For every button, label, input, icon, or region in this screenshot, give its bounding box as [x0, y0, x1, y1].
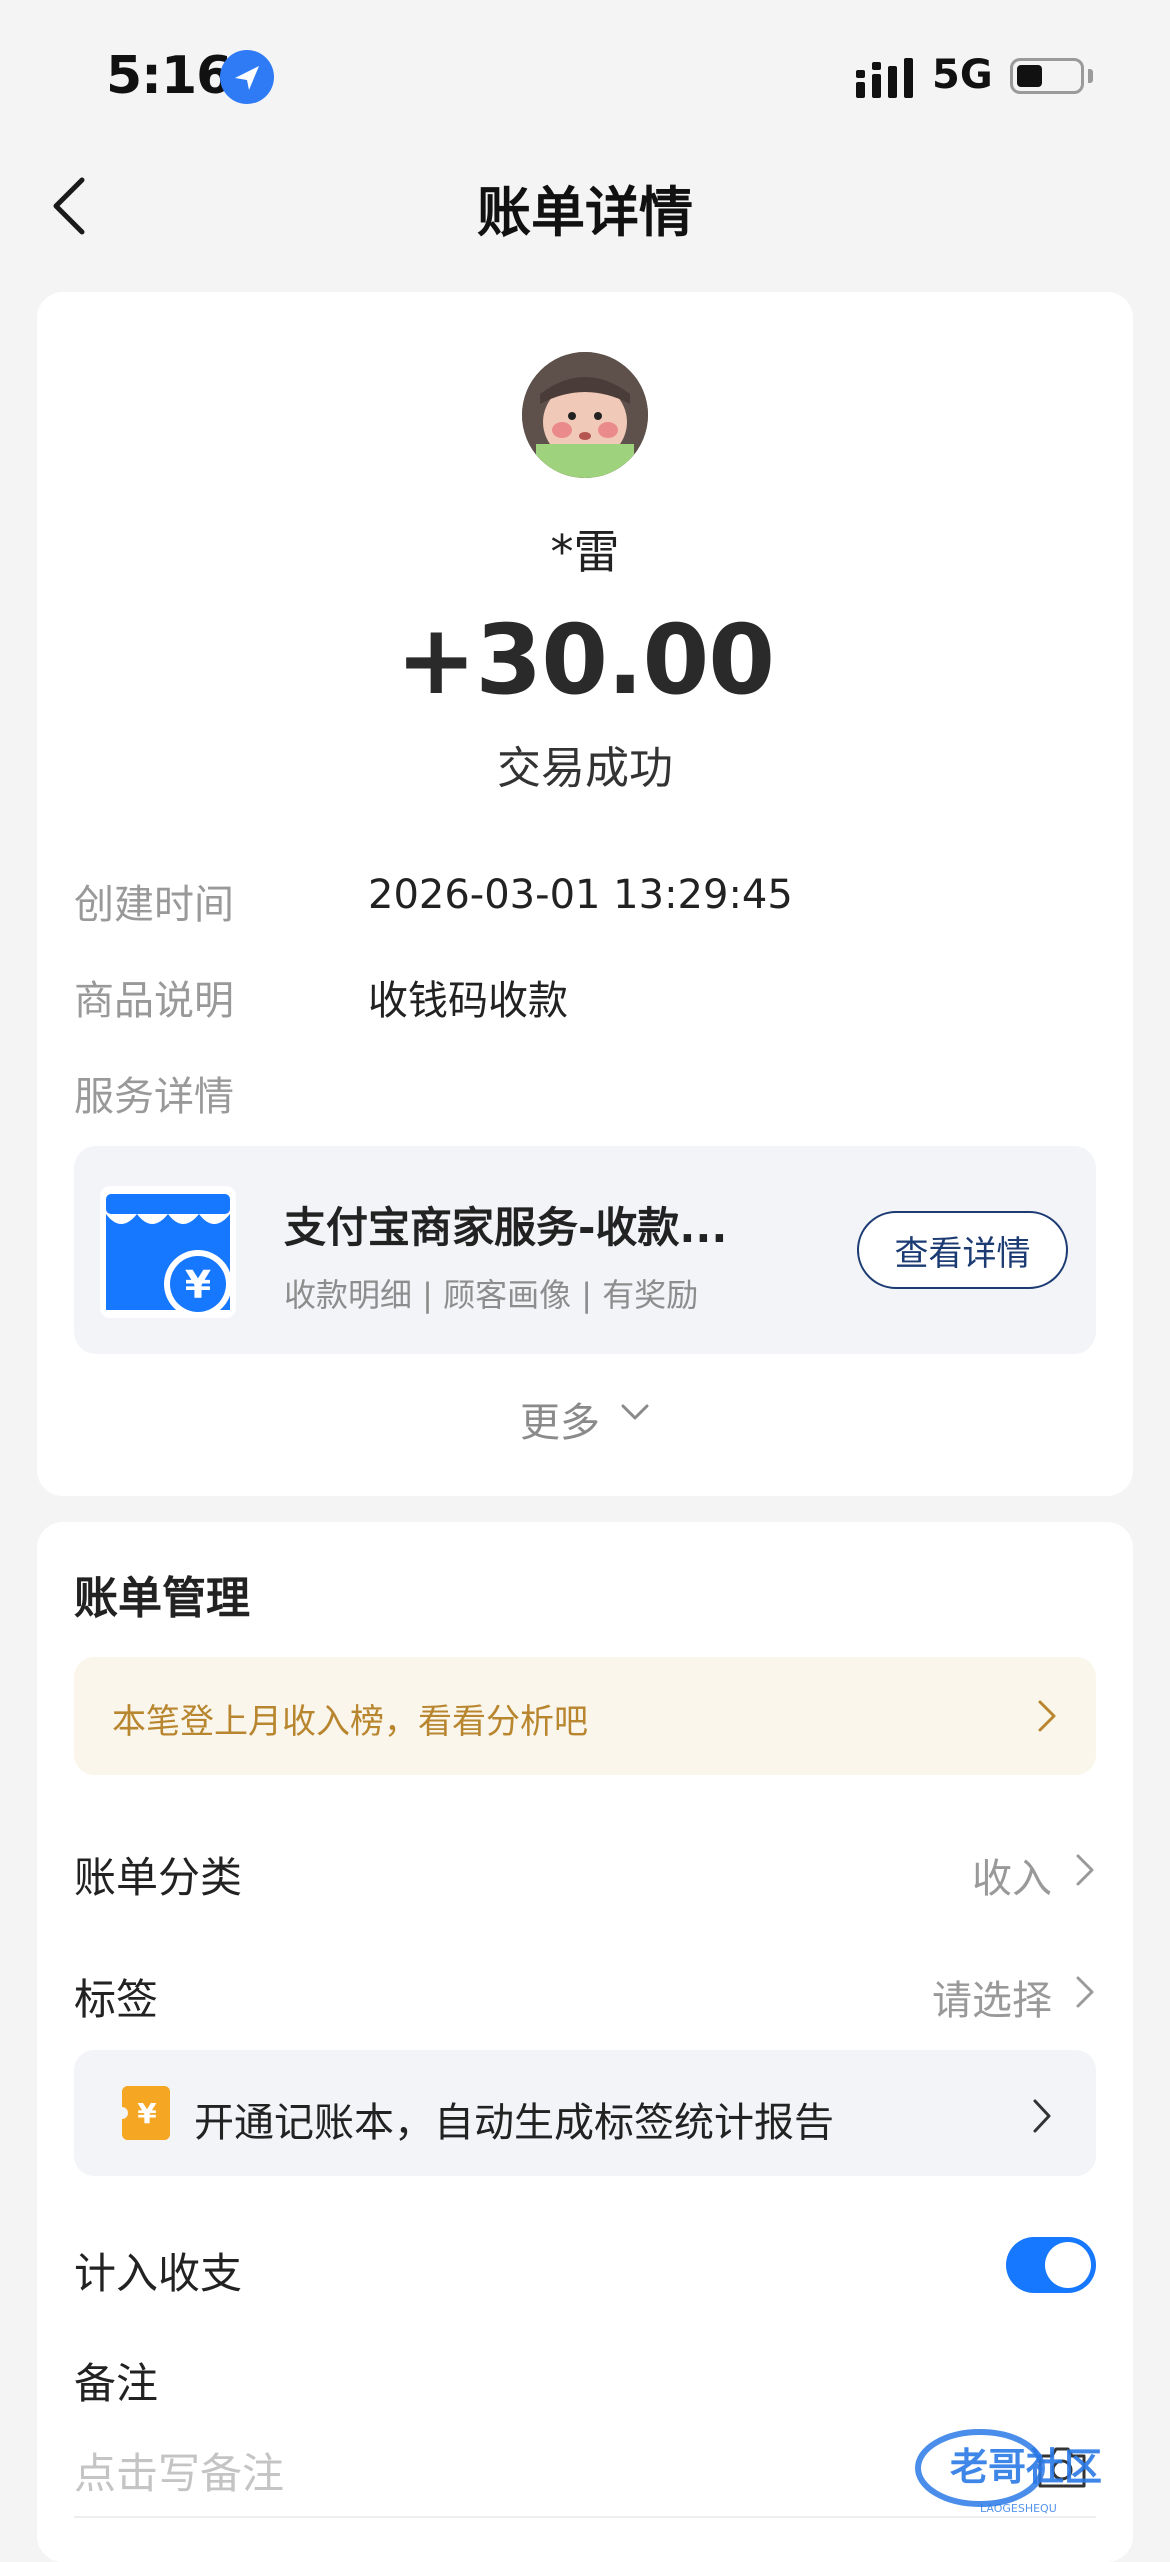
chevron-right-icon[interactable] — [1074, 1974, 1096, 2010]
view-details-button[interactable]: 查看详情 — [857, 1211, 1068, 1289]
cellular-signal-icon — [856, 58, 913, 98]
chevron-right-icon[interactable] — [1074, 1852, 1096, 1888]
transaction-status: 交易成功 — [497, 743, 673, 794]
note-label: 备注 — [74, 2359, 159, 2408]
created-time-value: 2026-03-01 13:29:45 — [368, 872, 793, 918]
battery-cap — [1088, 69, 1093, 83]
product-description-label: 商品说明 — [74, 978, 234, 1024]
note-input[interactable]: 点击写备注 — [74, 2440, 284, 2501]
watermark-text: 老哥社区 — [950, 2445, 1102, 2489]
chevron-down-icon[interactable] — [620, 1392, 650, 1432]
payer-name: *雷 — [550, 525, 620, 579]
transaction-amount: +30.00 — [395, 604, 775, 716]
section-title: 账单管理 — [74, 1573, 250, 1624]
yuan-symbol: ¥ — [185, 1263, 211, 1307]
tag-select-value[interactable]: 请选择 — [932, 1968, 1052, 2026]
created-time-label: 创建时间 — [74, 882, 234, 928]
include-in-stats-label: 计入收支 — [74, 2249, 243, 2298]
bookkeeping-promo-text: 开通记账本，自动生成标签统计报告 — [194, 2100, 834, 2146]
chevron-right-icon — [1038, 1700, 1056, 1732]
status-time: 5:16 — [106, 46, 232, 106]
bill-category-label: 账单分类 — [74, 1853, 243, 1902]
coupon-icon: ¥ — [116, 2086, 170, 2140]
network-type: 5G — [932, 52, 993, 98]
coupon-yuan-symbol: ¥ — [137, 2097, 157, 2130]
income-rank-banner-text: 本笔登上月收入榜，看看分析吧 — [112, 1702, 588, 1742]
page-title: 账单详情 — [477, 181, 693, 244]
more-button[interactable]: 更多 — [520, 1390, 600, 1448]
tag-label: 标签 — [74, 1975, 159, 2024]
watermark-subtext: LAOGESHEQU — [980, 2502, 1057, 2515]
chevron-right-icon — [1033, 2099, 1051, 2133]
product-description-value: 收钱码收款 — [368, 978, 568, 1024]
merchant-service-subtitle: 收款明细 | 顾客画像 | 有奖励 — [284, 1276, 699, 1314]
store-icon: ¥ — [100, 1186, 236, 1318]
battery-icon — [1010, 58, 1084, 94]
watermark-logo: 老哥社区 LAOGESHEQU — [915, 2429, 1102, 2515]
location-arrow-icon — [220, 50, 274, 104]
avatar[interactable] — [522, 352, 648, 478]
bill-category-value[interactable]: 收入 — [972, 1846, 1052, 1904]
merchant-service-title: 支付宝商家服务-收款... — [284, 1203, 728, 1252]
service-details-label: 服务详情 — [74, 1074, 234, 1120]
include-in-stats-toggle[interactable] — [1006, 2237, 1096, 2293]
